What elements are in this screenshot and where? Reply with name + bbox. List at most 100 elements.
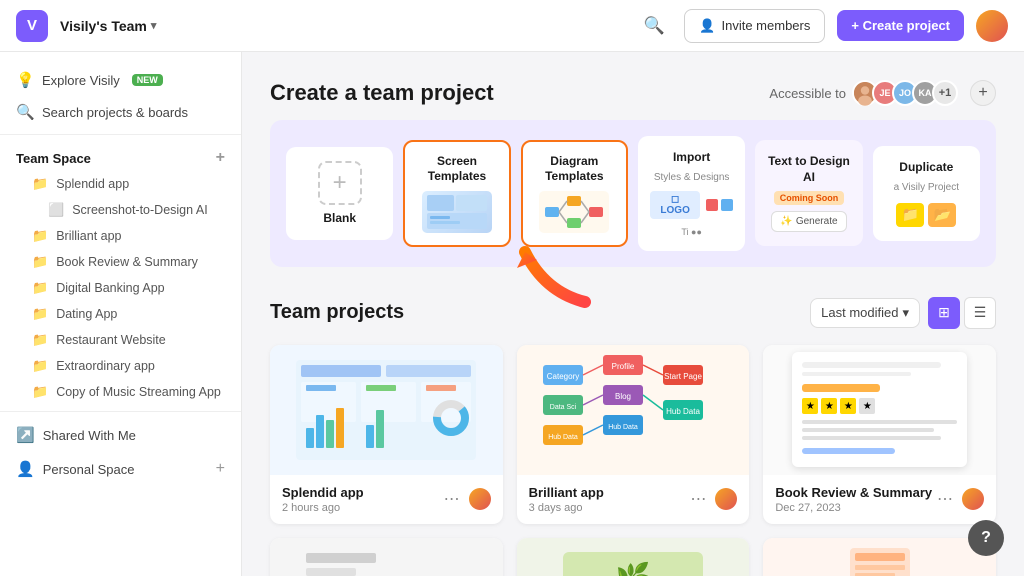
project-footer-right: ⋯ [444, 488, 491, 510]
duplicate-sub: a Visily Project [894, 182, 959, 193]
project-avatar [962, 488, 984, 510]
svg-text:Blog: Blog [615, 392, 631, 401]
sidebar-item-splendid[interactable]: 📁 Splendid app [0, 171, 241, 197]
project-thumb-4 [270, 538, 503, 576]
explore-label: Explore Visily [42, 73, 120, 88]
project-card-5[interactable]: 🌿 [517, 538, 750, 576]
template-duplicate[interactable]: Duplicate a Visily Project 📁 📂 [873, 146, 980, 241]
folder-icon: 📁 [32, 254, 48, 270]
blank-label: Blank [323, 211, 356, 227]
folder-icon: 📁 [32, 358, 48, 374]
project-thumb-brilliant: Category Data Sci Hub Data Profile Blog … [517, 345, 750, 475]
svg-text:Data Sci: Data Sci [550, 404, 577, 411]
project-menu-button[interactable]: ⋯ [937, 489, 954, 509]
view-toggle: ⊞ ☰ [928, 297, 996, 329]
project-thumb-6 [763, 538, 996, 576]
sort-dropdown[interactable]: Last modified ▾ [810, 298, 920, 328]
svg-text:Profile: Profile [612, 362, 635, 371]
project-card-6[interactable] [763, 538, 996, 576]
sidebar-item-extraordinary[interactable]: 📁 Extraordinary app [0, 353, 241, 379]
user-avatar[interactable] [976, 10, 1008, 42]
project-label: Brilliant app [56, 229, 121, 243]
project-card-brilliant[interactable]: Category Data Sci Hub Data Profile Blog … [517, 345, 750, 524]
project-name: Book Review & Summary [775, 485, 932, 500]
add-personal-space-button[interactable]: + [216, 460, 225, 478]
add-member-button[interactable]: + [970, 80, 996, 106]
sidebar-item-brilliant[interactable]: 📁 Brilliant app [0, 223, 241, 249]
accessible-to-label: Accessible to [769, 86, 846, 101]
sidebar-item-book-review[interactable]: 📁 Book Review & Summary [0, 249, 241, 275]
team-space-section: Team Space + [0, 141, 241, 171]
project-menu-button[interactable]: ⋯ [690, 489, 707, 509]
sidebar-item-shared[interactable]: ↗️ Shared With Me [0, 418, 241, 452]
sidebar-item-screenshot[interactable]: ⬜ Screenshot-to-Design AI [0, 197, 241, 223]
file-icon: ⬜ [48, 202, 64, 218]
lightbulb-icon: 💡 [16, 71, 34, 89]
person-icon: 👤 [699, 18, 715, 34]
template-diagram[interactable]: Diagram Templates [521, 140, 628, 247]
svg-text:Start Page: Start Page [664, 372, 702, 381]
project-label: Digital Banking App [56, 281, 164, 295]
project-card-4[interactable] [270, 538, 503, 576]
project-avatar [469, 488, 491, 510]
project-label: Dating App [56, 307, 117, 321]
sidebar-item-restaurant[interactable]: 📁 Restaurant Website [0, 327, 241, 353]
team-name-label: Visily's Team [60, 18, 147, 34]
template-text-ai[interactable]: Text to Design AI Coming Soon ✨ Generate [755, 140, 862, 246]
folder-icon: 📁 [32, 306, 48, 322]
project-date: 2 hours ago [282, 502, 364, 514]
sidebar-item-dating[interactable]: 📁 Dating App [0, 301, 241, 327]
new-badge: NEW [132, 74, 163, 86]
search-button[interactable]: 🔍 [636, 8, 672, 44]
team-space-label: Team Space [16, 151, 91, 166]
help-button[interactable]: ? [968, 520, 1004, 556]
template-import[interactable]: Import Styles & Designs ◻ LOGO Ti ●● [638, 136, 745, 251]
sort-row: Last modified ▾ ⊞ ☰ [810, 297, 996, 329]
add-team-space-button[interactable]: + [216, 149, 225, 167]
folder-icon: 📁 [32, 176, 48, 192]
plus-icon: + [318, 161, 362, 205]
project-label: Book Review & Summary [56, 255, 198, 269]
shared-label: Shared With Me [43, 428, 136, 443]
sidebar-item-copy-music[interactable]: 📁 Copy of Music Streaming App [0, 379, 241, 405]
project-footer-right: ⋯ [937, 488, 984, 510]
project-menu-button[interactable]: ⋯ [444, 489, 461, 509]
project-card-splendid[interactable]: Splendid app 2 hours ago ⋯ [270, 345, 503, 524]
template-screen[interactable]: Screen Templates [403, 140, 510, 247]
sort-label: Last modified [821, 305, 898, 320]
search-icon: 🔍 [16, 103, 34, 121]
project-name: Brilliant app [529, 485, 604, 500]
app-logo: V [16, 10, 48, 42]
sidebar-item-explore[interactable]: 💡 Explore Visily NEW [0, 64, 241, 96]
template-strip: + Blank Screen Templates [270, 120, 996, 267]
sidebar-divider [0, 134, 241, 135]
coming-soon-badge: Coming Soon [774, 191, 845, 205]
project-card-book[interactable]: ★ ★ ★ ★ Book Review & Summary [763, 345, 996, 524]
template-blank[interactable]: + Blank [286, 147, 393, 241]
sidebar-item-personal[interactable]: 👤 Personal Space + [0, 452, 241, 486]
create-label: + Create project [851, 18, 950, 33]
import-sub: Styles & Designs [654, 172, 730, 183]
sidebar-item-digital-banking[interactable]: 📁 Digital Banking App [0, 275, 241, 301]
accessible-to-row: Accessible to JE JO KA +1 + [769, 80, 996, 106]
generate-button[interactable]: ✨ Generate [771, 211, 846, 232]
generate-label: Generate [796, 216, 838, 227]
person-icon: 👤 [16, 460, 35, 478]
grid-view-button[interactable]: ⊞ [928, 297, 960, 329]
list-view-button[interactable]: ☰ [964, 297, 996, 329]
project-name: Splendid app [282, 485, 364, 500]
folder-icon: 📁 [32, 384, 48, 400]
main-content: Create a team project Accessible to JE J… [242, 52, 1024, 576]
sidebar-item-search[interactable]: 🔍 Search projects & boards [0, 96, 241, 128]
svg-text:Hub Data: Hub Data [666, 407, 700, 416]
project-thumb-splendid [270, 345, 503, 475]
team-name-button[interactable]: Visily's Team ▾ [60, 18, 156, 34]
project-label: Extraordinary app [56, 359, 155, 373]
invite-members-button[interactable]: 👤 Invite members [684, 9, 825, 43]
avatar-overflow: +1 [932, 80, 958, 106]
invite-label: Invite members [722, 18, 811, 33]
app-header: V Visily's Team ▾ 🔍 👤 Invite members + C… [0, 0, 1024, 52]
project-label: Copy of Music Streaming App [56, 385, 221, 399]
create-project-button[interactable]: + Create project [837, 10, 964, 41]
grid-icon: ⊞ [938, 304, 950, 321]
